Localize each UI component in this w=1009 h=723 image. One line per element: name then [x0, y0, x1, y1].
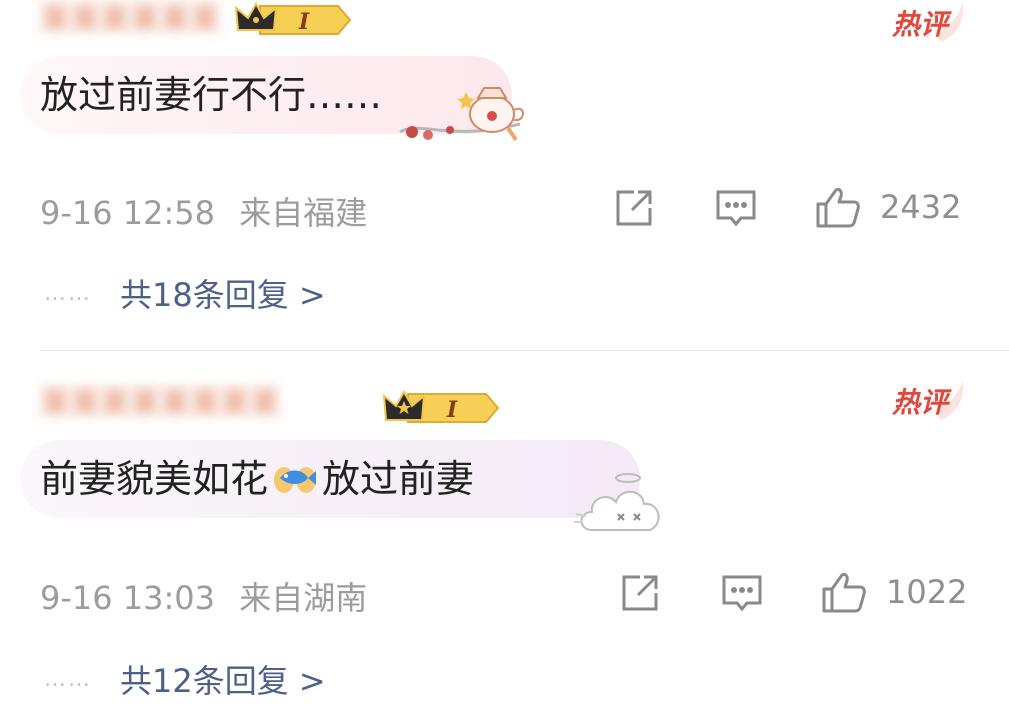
comment-icon	[722, 575, 762, 612]
hot-comment-badge: 热评	[888, 378, 968, 424]
comment-location: 来自湖南	[239, 579, 368, 617]
share-button[interactable]	[618, 571, 662, 615]
comment-item: 某某某某某某某某 I 热评 前妻貌美如花 放过前妻 9-16 13:03 来自湖…	[0, 0, 1009, 723]
comment-meta: 9-16 13:03 来自湖南	[40, 573, 367, 619]
cloud-sticker	[572, 470, 668, 546]
comment-time: 9-16 13:03	[40, 579, 216, 617]
comment-button[interactable]	[720, 571, 764, 615]
like-button[interactable]	[820, 569, 870, 613]
like-count: 1022	[886, 573, 968, 611]
vip-badge: I	[380, 388, 500, 428]
comment-text: 前妻貌美如花 放过前妻	[40, 440, 474, 518]
comment-text-part: 放过前妻	[322, 457, 475, 501]
share-icon	[622, 575, 658, 611]
fish-hands-emoji	[272, 444, 318, 493]
like-icon	[822, 573, 866, 613]
badge-level: I	[446, 397, 458, 423]
reply-dots: ……	[44, 667, 92, 692]
view-replies-link[interactable]: …… 共12条回复 >	[44, 656, 326, 702]
comment-text-part: 前妻貌美如花	[40, 457, 269, 501]
username[interactable]: 某某某某某某某某	[40, 384, 370, 424]
hot-label: 热评	[891, 386, 952, 419]
reply-count-text[interactable]: 共12条回复 >	[120, 662, 326, 700]
